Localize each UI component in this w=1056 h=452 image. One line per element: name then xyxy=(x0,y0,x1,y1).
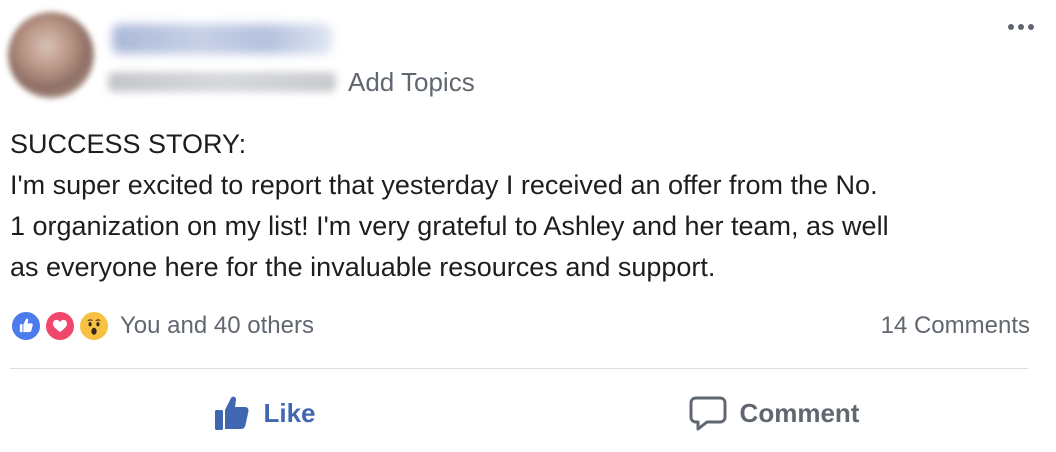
more-dot xyxy=(1018,24,1024,30)
like-reaction-icon xyxy=(10,310,42,342)
facebook-post: Add Topics SUCCESS STORY: I'm super exci… xyxy=(0,0,1056,452)
post-date-blurred[interactable] xyxy=(108,72,336,92)
comment-bubble-icon xyxy=(688,394,728,432)
reactions-row: You and 40 others 14 Comments xyxy=(10,306,1030,346)
post-body: SUCCESS STORY: I'm super excited to repo… xyxy=(10,124,1040,288)
author-name-blurred[interactable] xyxy=(112,24,332,54)
post-actions: Like Comment xyxy=(10,378,1028,448)
more-dot xyxy=(1008,24,1014,30)
more-options-icon[interactable] xyxy=(1008,24,1034,30)
post-text-line: as everyone here for the invaluable reso… xyxy=(10,252,716,282)
post-text-line: I'm super excited to report that yesterd… xyxy=(10,170,878,200)
post-text-line: SUCCESS STORY: xyxy=(10,129,247,159)
post-text-line: 1 organization on my list! I'm very grat… xyxy=(10,211,889,241)
reactions-summary[interactable]: You and 40 others xyxy=(10,308,314,344)
wow-reaction-icon xyxy=(78,310,110,342)
comment-button[interactable]: Comment xyxy=(519,378,1028,448)
reaction-count: You and 40 others xyxy=(120,312,314,339)
actions-divider xyxy=(10,368,1028,369)
thumbs-up-icon xyxy=(213,394,251,432)
love-reaction-icon xyxy=(44,310,76,342)
like-label: Like xyxy=(263,397,316,428)
author-avatar[interactable] xyxy=(8,12,94,98)
like-button[interactable]: Like xyxy=(10,378,519,448)
more-dot xyxy=(1028,24,1034,30)
comments-count-link[interactable]: 14 Comments xyxy=(881,312,1030,340)
post-meta: Add Topics xyxy=(108,62,475,102)
reaction-icons xyxy=(10,308,114,344)
add-topics-link[interactable]: Add Topics xyxy=(348,67,475,98)
comment-label: Comment xyxy=(739,397,860,428)
